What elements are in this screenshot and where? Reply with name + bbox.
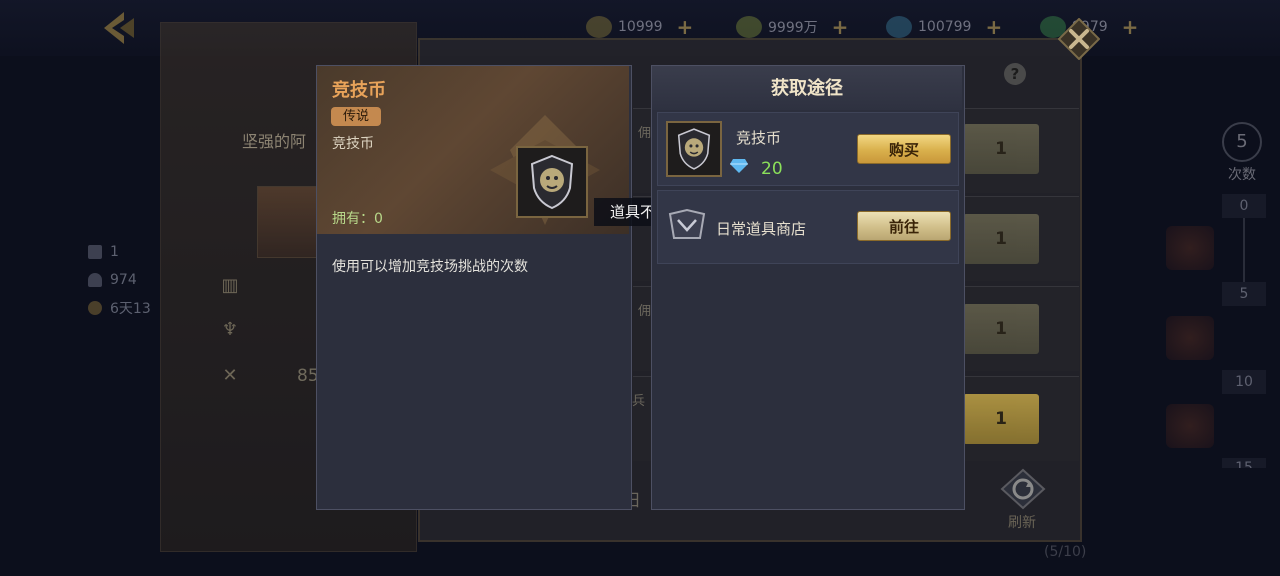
resource-diamond-value: 100799: [918, 19, 972, 35]
diamond-icon: [730, 159, 748, 173]
chest-icon[interactable]: [1166, 316, 1214, 360]
crossed-swords-icon: ✕: [222, 365, 238, 386]
goto-button[interactable]: 前往: [857, 211, 951, 241]
time-stat: 6天13: [88, 294, 151, 322]
scale-mark: 5: [1222, 282, 1266, 306]
scale-mark: 0: [1222, 194, 1266, 218]
progress-label: (5/10): [1044, 544, 1087, 560]
item-type: 竞技币: [332, 136, 374, 152]
trophy-stat: 974: [88, 266, 151, 294]
trophy-icon: [88, 273, 102, 287]
attempts-value: 5: [1222, 122, 1262, 162]
add-stamina-plus-icon[interactable]: +: [1122, 15, 1139, 39]
row-buy-button[interactable]: 1: [963, 394, 1039, 444]
attempts-label: 次数: [1228, 167, 1256, 183]
item-description: 使用可以增加竞技场挑战的次数: [332, 259, 528, 275]
item-icon-frame: [666, 121, 722, 177]
item-name: 竞技币: [332, 80, 386, 101]
option-shop-name: 日常道具商店: [716, 220, 807, 238]
resource-diamond: 100799 +: [886, 14, 1002, 40]
hero-avatar[interactable]: [257, 186, 317, 258]
gold-icon: [736, 16, 762, 38]
lion-shield-icon: [677, 128, 711, 170]
time-value: 6天13: [110, 301, 151, 317]
lion-shield-icon: [530, 154, 574, 210]
shop-emblem-icon: [668, 208, 706, 239]
rank-value: 1: [110, 244, 119, 260]
trophy-icon: ♆: [221, 319, 239, 340]
left-stats: 1 974 6天13: [88, 238, 151, 322]
rank-stat: 1: [88, 238, 151, 266]
rarity-badge: 传说: [331, 107, 381, 126]
row-buy-button[interactable]: 1: [963, 304, 1039, 354]
refresh-label: 刷新: [1008, 515, 1036, 531]
row-prefix: 佣: [638, 304, 652, 319]
buy-button[interactable]: 购买: [857, 134, 951, 164]
attempts-counter: 5 次数: [1218, 122, 1266, 188]
row-buy-button[interactable]: 1: [963, 124, 1039, 174]
scale-mark: 10: [1222, 370, 1266, 394]
add-gold-plus-icon[interactable]: +: [832, 15, 849, 39]
close-icon[interactable]: [1058, 18, 1100, 60]
clock-icon: [88, 301, 102, 315]
option-item-name: 竞技币: [736, 129, 782, 147]
acquire-title: 获取途径: [771, 78, 843, 99]
item-icon-frame: [516, 146, 588, 218]
trophy-value: 974: [110, 272, 137, 288]
resource-coin: 10999 +: [586, 14, 693, 40]
row-prefix: 兵: [632, 394, 646, 409]
scale-mark: 15: [1222, 458, 1266, 468]
add-coin-plus-icon[interactable]: +: [677, 15, 694, 39]
diamond-icon: [886, 16, 912, 38]
add-diamond-plus-icon[interactable]: +: [985, 15, 1002, 39]
row-prefix: 佣: [638, 126, 652, 141]
chest-icon[interactable]: [1166, 404, 1214, 448]
resource-gold-value: 9999万: [768, 20, 818, 36]
opponent-name: 坚强的阿: [242, 132, 307, 151]
coin-icon: [586, 16, 612, 38]
refresh-icon[interactable]: [1000, 468, 1046, 510]
resource-coin-value: 10999: [618, 19, 663, 35]
resource-gold: 9999万 +: [736, 14, 848, 40]
rank-icon: [88, 245, 102, 259]
chest-icon[interactable]: [1166, 226, 1214, 270]
back-arrow-icon[interactable]: [96, 8, 140, 48]
option-price: 20: [761, 159, 783, 179]
row-buy-button[interactable]: 1: [963, 214, 1039, 264]
owned-count: 拥有：0: [332, 211, 383, 227]
help-icon[interactable]: ?: [1004, 63, 1026, 85]
rank-icon: ▥: [221, 275, 239, 296]
